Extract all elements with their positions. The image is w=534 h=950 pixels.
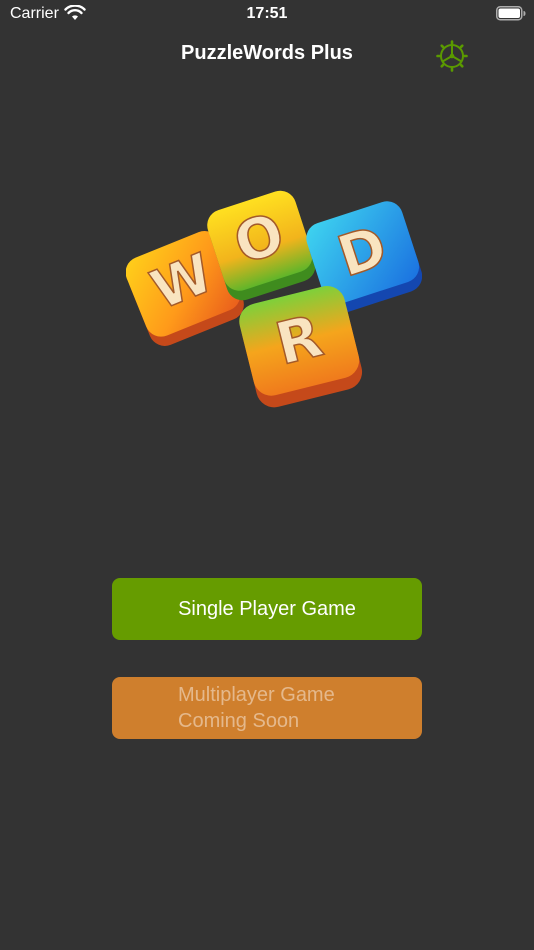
coming-soon-label: Coming Soon: [178, 710, 300, 732]
status-bar: Carrier 17:51: [0, 0, 534, 28]
gear-icon[interactable]: [436, 40, 468, 72]
status-time: 17:51: [246, 5, 288, 22]
multiplayer-button[interactable]: Multiplayer Game Coming Soon: [112, 677, 422, 739]
multiplayer-label: Multiplayer Game: [178, 684, 335, 706]
word-logo: W O D R: [126, 190, 422, 408]
battery-icon: [496, 6, 526, 21]
single-player-label: Single Player Game: [178, 597, 356, 620]
single-player-button[interactable]: Single Player Game: [112, 578, 422, 640]
